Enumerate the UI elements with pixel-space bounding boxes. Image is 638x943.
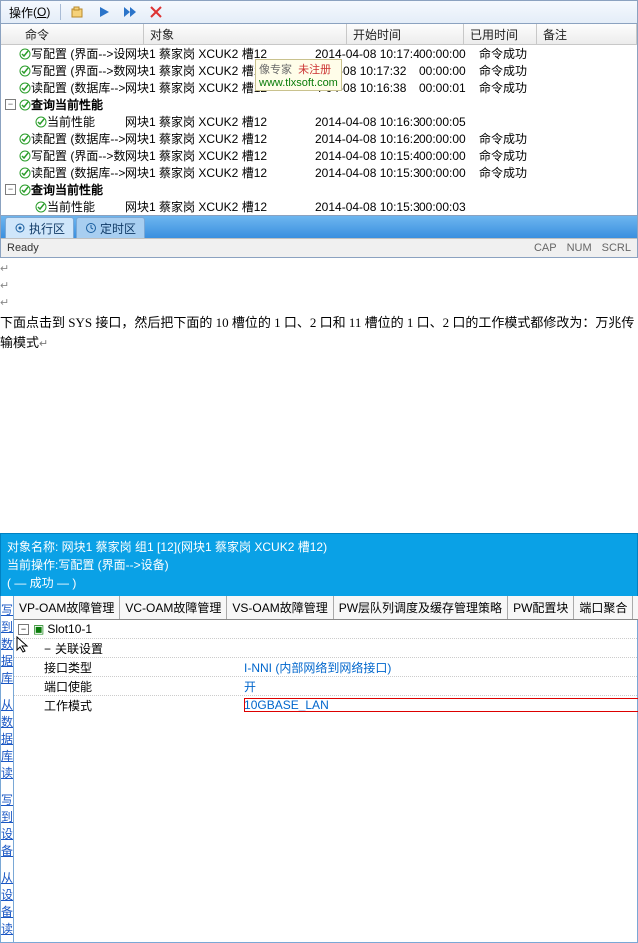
table-row[interactable]: 当前性能 网块1 蔡家岗 XCUK2 槽12 2014-04-08 10:16:…	[1, 113, 637, 130]
status-num: NUM	[567, 242, 592, 254]
prop-work-mode[interactable]: 工作模式 10GBASE_LAN	[14, 695, 638, 714]
group-row[interactable]: − 查询当前性能	[1, 181, 637, 198]
operation-menu[interactable]: 操作(O)	[5, 3, 54, 22]
tab-exec[interactable]: 执行区	[5, 217, 74, 238]
check-icon	[19, 133, 31, 145]
config-tabs: VP-OAM故障管理 VC-OAM故障管理 VS-OAM故障管理 PW层队列调度…	[14, 596, 638, 620]
col-cmd[interactable]: 命令	[1, 24, 144, 44]
check-icon	[35, 116, 47, 128]
tab-tps[interactable]: TPS保护	[633, 596, 638, 619]
instruction-text: 下面点击到 SYS 接口，然后把下面的 10 槽位的 1 口、2 口和 11 槽…	[0, 313, 638, 352]
open-icon[interactable]	[67, 4, 89, 20]
paragraph-mark: ↵	[0, 262, 638, 275]
group-label: 查询当前性能	[31, 96, 103, 113]
check-icon	[19, 150, 31, 162]
tab-pw-block[interactable]: PW配置块	[508, 596, 574, 619]
col-used[interactable]: 已用时间	[464, 24, 537, 44]
tab-timer[interactable]: 定时区	[76, 217, 145, 238]
check-icon	[35, 201, 47, 213]
status-scrl: SCRL	[602, 242, 631, 254]
check-icon	[19, 167, 31, 179]
side-actions: 写到数据库 从数据库读 写到设备 从设备读	[1, 596, 14, 942]
group-label: 查询当前性能	[31, 181, 103, 198]
cursor-icon	[16, 636, 30, 654]
tab-pw-queue[interactable]: PW层队列调度及缓存管理策略	[334, 596, 508, 619]
log-pane: 操作(O) 命令 对象 开始时间 已用时间 备注 写配置 (界面-->设备) 网…	[0, 0, 638, 258]
toolbar: 操作(O)	[1, 1, 637, 24]
watermark: 像专家 未注册 www.tlxsoft.com	[255, 59, 342, 91]
collapse-icon[interactable]: −	[5, 99, 16, 110]
delete-icon[interactable]	[145, 4, 167, 20]
group-row[interactable]: − 查询当前性能	[1, 96, 637, 113]
collapse-icon[interactable]: −	[18, 624, 29, 635]
table-row[interactable]: 读配置 (数据库-->界面) 网块1 蔡家岗 XCUK2 槽12 2014-04…	[1, 164, 637, 181]
check-icon	[19, 82, 31, 94]
gear-icon	[14, 222, 26, 234]
check-icon	[19, 99, 31, 111]
prop-assoc[interactable]: −关联设置	[14, 638, 638, 657]
slot-node[interactable]: − ▣ Slot10-1	[14, 620, 638, 638]
config-pane: 对象名称: 网块1 蔡家岗 组1 [12](网块1 蔡家岗 XCUK2 槽12)…	[0, 533, 638, 943]
object-name: 对象名称: 网块1 蔡家岗 组1 [12](网块1 蔡家岗 XCUK2 槽12)	[7, 538, 631, 556]
action-write-dev[interactable]: 写到设备	[1, 786, 13, 864]
table-row[interactable]: 读配置 (数据库-->界面) 网块1 蔡家岗 XCUK2 槽12 2014-04…	[1, 130, 637, 147]
action-read-db[interactable]: 从数据库读	[1, 691, 13, 786]
col-start[interactable]: 开始时间	[347, 24, 464, 44]
collapse-icon[interactable]: −	[44, 642, 51, 656]
paragraph-mark: ↵	[0, 279, 638, 292]
play-icon[interactable]	[93, 4, 115, 20]
bottom-tabbar: 执行区 定时区	[1, 215, 637, 238]
module-icon: ▣	[33, 622, 44, 636]
collapse-icon[interactable]: −	[5, 184, 16, 195]
check-icon	[19, 48, 31, 60]
table-row[interactable]: 当前性能 网块1 蔡家岗 XCUK2 槽12 2014-04-08 10:15:…	[1, 198, 637, 215]
status-bar: Ready CAP NUM SCRL	[1, 238, 637, 257]
tab-vp-oam[interactable]: VP-OAM故障管理	[14, 596, 120, 619]
prop-interface-type[interactable]: 接口类型 I-NNI (内部网络到网络接口)	[14, 657, 638, 676]
col-obj[interactable]: 对象	[144, 24, 347, 44]
action-write-db[interactable]: 写到数据库	[1, 596, 13, 691]
tab-vs-oam[interactable]: VS-OAM故障管理	[227, 596, 333, 619]
status-ready: Ready	[7, 242, 39, 254]
tab-port-agg[interactable]: 端口聚合	[574, 596, 633, 619]
property-grid: − ▣ Slot10-1 −关联设置 接口类型 I-NNI (内部网络到网络接口…	[14, 620, 638, 714]
check-icon	[19, 65, 31, 77]
table-row[interactable]: 写配置 (界面-->数据库) 网块1 蔡家岗 XCUK2 槽12 2014-04…	[1, 147, 637, 164]
tab-vc-oam[interactable]: VC-OAM故障管理	[120, 596, 227, 619]
col-remark[interactable]: 备注	[537, 24, 637, 44]
grid-header: 命令 对象 开始时间 已用时间 备注	[1, 24, 637, 45]
fastforward-icon[interactable]	[119, 4, 141, 20]
check-icon	[19, 184, 31, 196]
action-read-dev[interactable]: 从设备读	[1, 864, 13, 942]
clock-icon	[85, 222, 97, 234]
paragraph-mark: ↵	[0, 296, 638, 309]
current-op: 当前操作:写配置 (界面-->设备)	[7, 556, 631, 574]
status-cap: CAP	[534, 242, 557, 254]
object-header: 对象名称: 网块1 蔡家岗 组1 [12](网块1 蔡家岗 XCUK2 槽12)…	[0, 533, 638, 596]
separator	[60, 4, 61, 20]
prop-port-enable[interactable]: 端口使能 开	[14, 676, 638, 695]
op-result: ( — 成功 — )	[7, 574, 631, 592]
